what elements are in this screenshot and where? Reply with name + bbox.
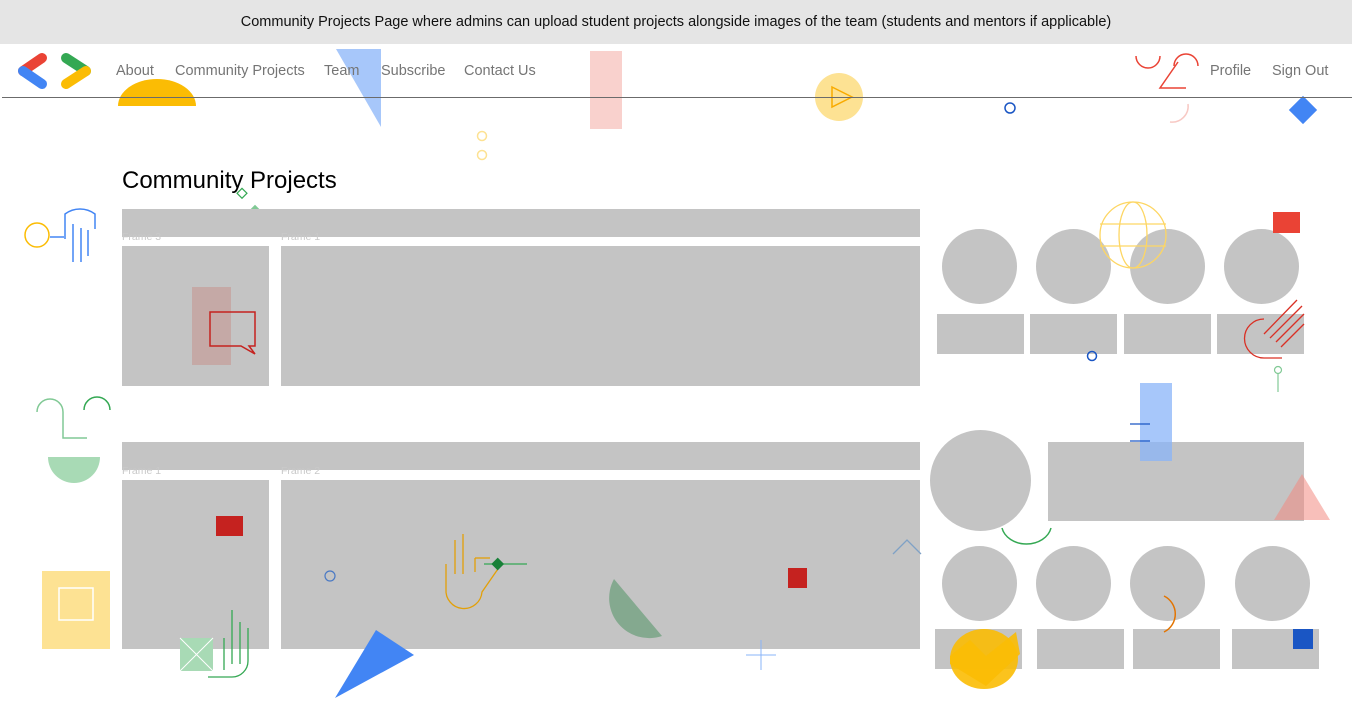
yellow-half-circle-shape <box>118 79 196 106</box>
team-member-avatar[interactable] <box>1130 229 1205 304</box>
yellow-circle-outline-shape <box>24 222 50 248</box>
nav-link-contact-us[interactable]: Contact Us <box>464 63 536 79</box>
pink-bar-shape <box>590 51 622 129</box>
pink-arc-shape <box>1169 103 1189 123</box>
nav-link-sign-out[interactable]: Sign Out <box>1272 63 1328 79</box>
project-image-placeholder[interactable] <box>122 246 269 386</box>
small-circle-shape <box>1004 102 1016 114</box>
team-member-name-placeholder[interactable] <box>1037 629 1124 669</box>
face-outline-shape <box>36 398 87 439</box>
frame-label: Frame 1 <box>122 465 162 477</box>
small-circle-shape <box>476 149 488 161</box>
red-line-shape <box>1158 61 1186 89</box>
team-member-name-placeholder[interactable] <box>1232 629 1319 669</box>
hand-outline-shape <box>64 208 96 239</box>
page-title: Community Projects <box>122 167 337 194</box>
nav-link-subscribe[interactable]: Subscribe <box>381 63 445 79</box>
page-frame: About Community Projects Team Subscribe … <box>2 44 1352 726</box>
project-title-placeholder[interactable] <box>122 442 920 470</box>
small-circle-shape <box>476 130 488 142</box>
red-square-shape <box>1273 212 1300 233</box>
frame-label: Frame 2 <box>281 465 321 477</box>
frame-label: Frame 1 <box>281 231 321 243</box>
gdg-logo-icon[interactable] <box>14 50 96 92</box>
team-member-avatar[interactable] <box>1130 546 1205 621</box>
team-member-avatar[interactable] <box>1036 229 1111 304</box>
project-description-placeholder[interactable] <box>281 246 920 386</box>
frame-label: Frame 3 <box>122 231 162 243</box>
red-arc-shape <box>1173 53 1199 67</box>
team-member-avatar[interactable] <box>942 229 1017 304</box>
nav-link-profile[interactable]: Profile <box>1210 63 1251 79</box>
team-member-avatar[interactable] <box>1036 546 1111 621</box>
nav-link-community-projects[interactable]: Community Projects <box>175 63 305 79</box>
team-member-name-placeholder[interactable] <box>937 314 1024 354</box>
project-title-placeholder[interactable] <box>122 209 920 237</box>
team-member-name-placeholder[interactable] <box>1133 629 1220 669</box>
team-member-avatar[interactable] <box>1235 546 1310 621</box>
project-image-placeholder[interactable] <box>122 480 269 649</box>
mentor-avatar[interactable] <box>930 430 1031 531</box>
blue-triangle-shape <box>336 49 381 127</box>
red-arc-shape <box>1135 55 1161 69</box>
yellow-square-shape <box>42 571 110 649</box>
team-member-avatar[interactable] <box>1224 229 1299 304</box>
nav-link-team[interactable]: Team <box>324 63 359 79</box>
nav-divider <box>2 97 1352 98</box>
team-member-name-placeholder[interactable] <box>935 629 1022 669</box>
team-member-name-placeholder[interactable] <box>1030 314 1117 354</box>
page-description-banner: Community Projects Page where admins can… <box>0 0 1352 44</box>
team-member-avatar[interactable] <box>942 546 1017 621</box>
team-member-name-placeholder[interactable] <box>1217 314 1304 354</box>
nav-link-about[interactable]: About <box>116 63 154 79</box>
blue-diamond-shape <box>1288 95 1318 125</box>
team-member-name-placeholder[interactable] <box>1124 314 1211 354</box>
mentor-bio-placeholder[interactable] <box>1048 442 1304 521</box>
project-description-placeholder[interactable] <box>281 480 920 649</box>
green-half-circle-shape <box>48 457 100 483</box>
